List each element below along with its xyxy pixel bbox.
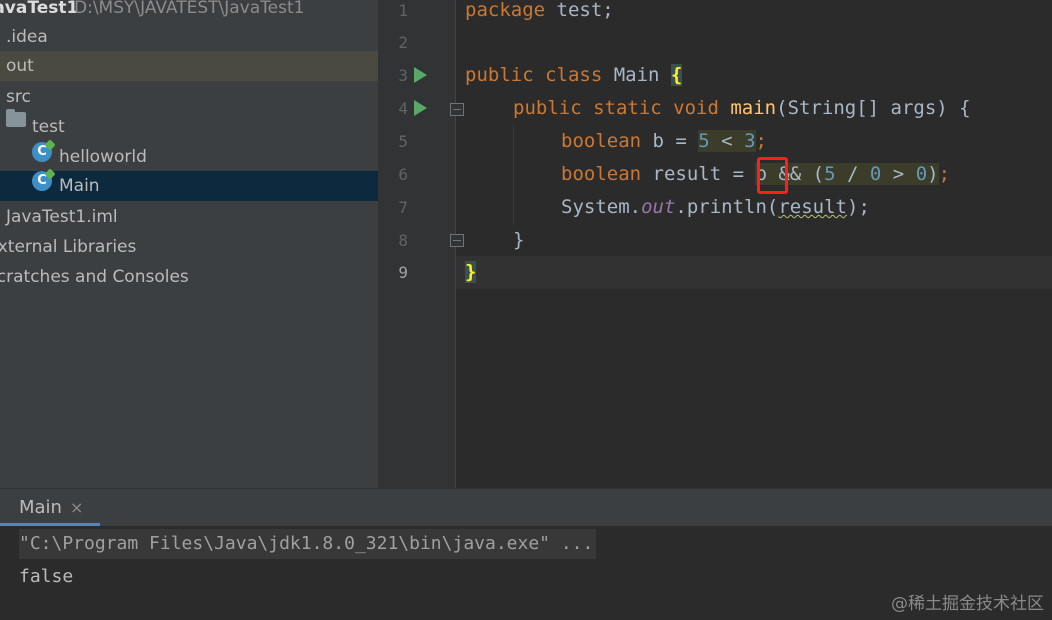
code-line-9: } [465,256,477,289]
keyword: boolean [561,130,642,152]
code-line-3: public class Main { [465,59,683,92]
tree-item-label: JavaTest1.iml [6,207,118,227]
warning-argument[interactable]: result [778,196,847,218]
line-number: 3 [398,66,408,85]
tree-item-scratches[interactable]: Scratches and Consoles [0,262,378,292]
annotation-highlight-box [757,157,788,194]
java-class-icon: C [32,142,52,162]
run-tab-label: Main [19,497,62,518]
tree-item-label: out [6,56,34,76]
closing-brace: } [513,229,525,251]
operator: > [881,163,916,185]
tree-item-main[interactable]: C Main [0,171,378,201]
code-editor[interactable]: 1 2 3 4 5 6 7 8 9 package test; public c… [378,0,1052,488]
operator: < [709,130,745,152]
java-class-icon: C [32,171,52,191]
run-main-icon[interactable] [414,100,427,116]
matched-brace: { [670,64,683,86]
number-literal: 0 [869,163,882,185]
tree-item-label: .idea [6,27,48,47]
keyword: public static void [513,97,719,119]
tree-item-label: Scratches and Consoles [0,267,189,287]
run-class-icon[interactable] [414,67,427,83]
matched-brace: } [465,261,477,283]
tree-item-external-libraries[interactable]: External Libraries [0,232,378,262]
code-line-6: boolean result = b && (5 / 0 > 0); [561,158,950,191]
project-root-row[interactable]: JavaTest1 D:\MSY\JAVATEST\JavaTest1 [0,0,378,23]
package-folder-icon [6,109,26,127]
fold-method-icon[interactable] [450,103,464,116]
code-text: .println( [675,196,779,218]
code-line-4: public static void main(String[] args) { [513,92,971,125]
project-root-name: JavaTest1 [0,0,79,18]
project-root-path: D:\MSY\JAVATEST\JavaTest1 [74,0,305,18]
number-literal: 5 [824,163,836,185]
tree-item-idea[interactable]: .idea [0,22,378,52]
method-name: main [730,97,777,119]
line-number: 1 [398,1,408,20]
tree-item-helloworld[interactable]: C helloworld [0,142,378,172]
code-line-7: System.out.println(result); [561,191,870,224]
active-tab-indicator [0,523,100,526]
project-panel: JavaTest1 D:\MSY\JAVATEST\JavaTest1 .ide… [0,0,378,488]
line-number: 9 [398,263,408,282]
unfold-method-icon[interactable] [450,234,464,247]
code-line-5: boolean b = 5 < 3; [561,125,767,158]
number-literal: 3 [744,130,756,152]
tree-item-label: src [6,87,31,107]
number-literal: 5 [698,130,710,152]
tree-item-label: External Libraries [0,237,137,257]
tree-item-iml[interactable]: JavaTest1.iml [0,202,378,232]
line-number: 5 [398,132,408,151]
tree-item-test[interactable]: test [0,109,378,142]
static-field: out [641,196,676,218]
keyword: public class [465,64,603,86]
line-number: 7 [398,198,408,217]
keyword: boolean [561,163,642,185]
semicolon: ; [755,130,767,152]
code-text: test; [545,0,614,21]
code-text: System. [561,196,642,218]
operator: / [835,163,870,185]
current-line-highlight [456,256,1052,289]
line-number: 6 [398,165,408,184]
tree-item-out[interactable]: out [0,51,378,81]
code-line-1: package test; [465,0,614,27]
operator: ) [927,163,939,185]
run-tab-bar: Main × [0,488,1052,526]
keyword: package [465,0,546,21]
semicolon: ; [938,163,951,185]
watermark: @稀土掘金技术社区 [891,594,1044,614]
tree-item-label: Main [59,176,100,196]
editor-gutter: 1 2 3 4 5 6 7 8 9 [378,0,456,488]
line-number: 2 [398,33,408,52]
code-text: b = [641,130,699,152]
console-command-line[interactable]: "C:\Program Files\Java\jdk1.8.0_321\bin\… [19,529,597,559]
tree-item-src[interactable]: src [0,82,378,112]
line-number: 4 [398,99,408,118]
code-text: (String[] args) { [776,97,971,119]
code-text: result = [641,163,756,185]
line-number: 8 [398,231,408,250]
code-text: Main [602,64,671,86]
console-output: false [19,566,74,587]
tree-item-label: helloworld [59,147,147,167]
tree-item-label: test [32,117,65,137]
run-panel: Main × "C:\Program Files\Java\jdk1.8.0_3… [0,488,1052,620]
code-line-8: } [513,224,524,257]
close-icon[interactable]: × [70,489,83,526]
indent-guide [513,125,514,225]
number-literal: 0 [915,163,928,185]
code-text: ); [847,196,870,218]
run-tab-main[interactable]: Main × [0,489,100,526]
